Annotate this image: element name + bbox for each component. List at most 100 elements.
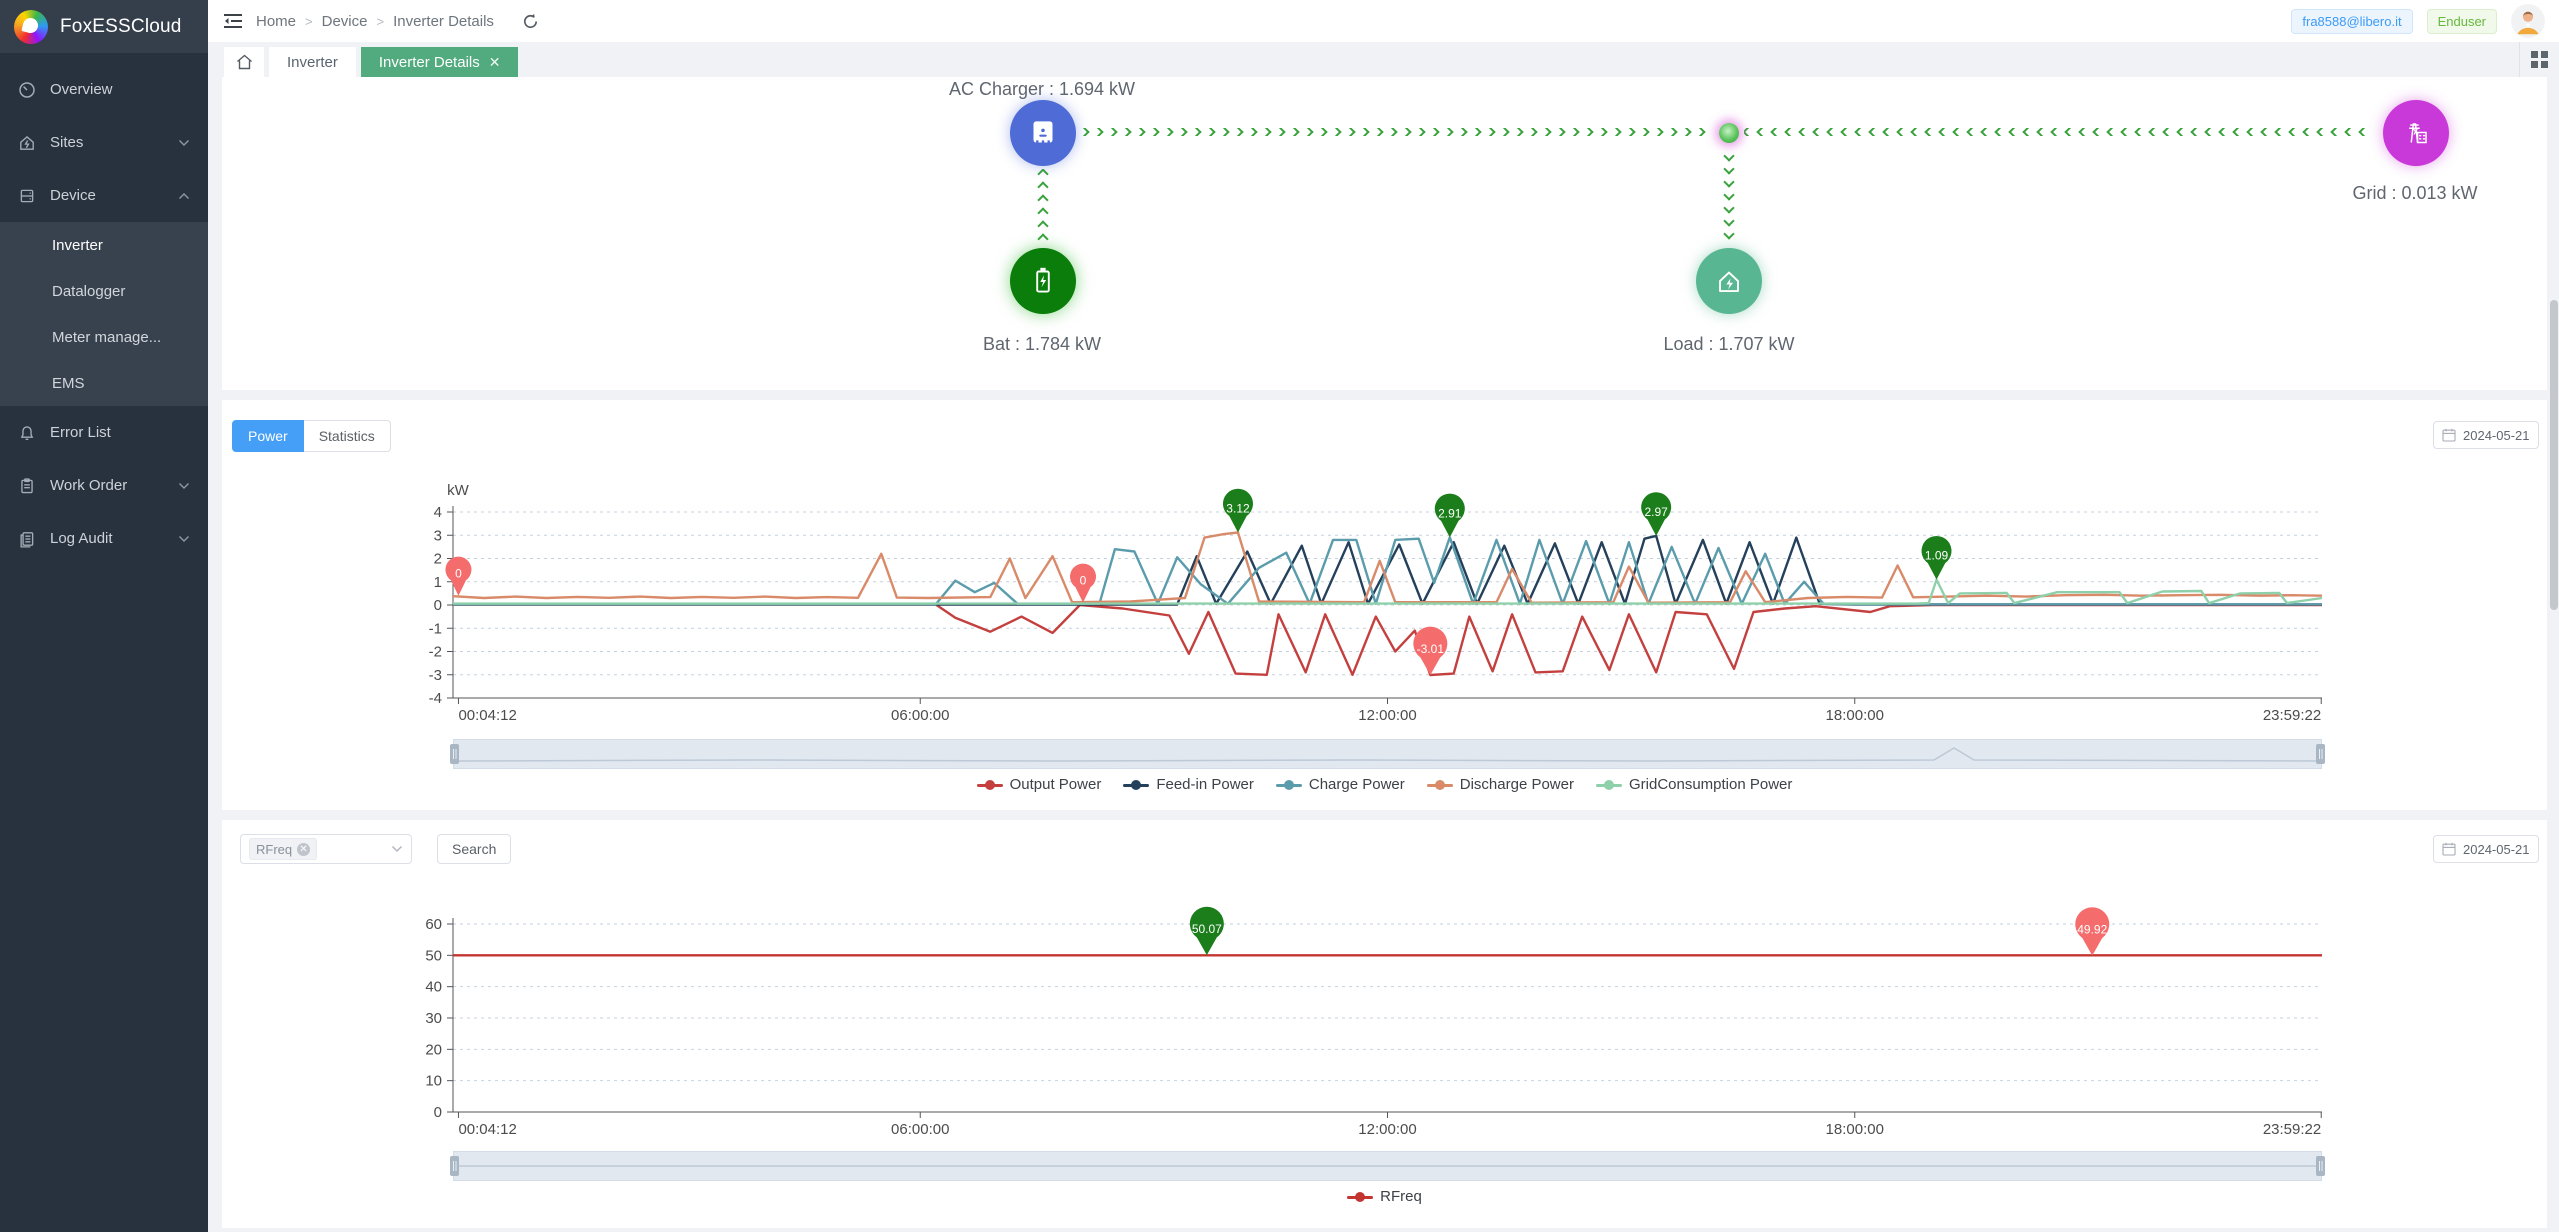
parameter-select[interactable]: RFreq ✕ [240, 834, 412, 864]
flow-arrow-icon [1723, 163, 1734, 174]
flow-arrow-icon [1756, 128, 1767, 136]
legend-line-icon [1276, 780, 1302, 790]
flow-arrow-icon [1372, 128, 1383, 136]
flow-arrow-icon [1344, 128, 1355, 136]
tab-close-icon[interactable]: ✕ [489, 54, 501, 71]
zoom-handle-left[interactable] [450, 1156, 459, 1176]
flow-arrow-icon [1456, 128, 1467, 136]
grid-dots-icon [2531, 51, 2548, 68]
avatar[interactable] [2511, 4, 2545, 38]
flow-arrow-icon [1723, 150, 1734, 161]
legend-item-feed-in-power[interactable]: Feed-in Power [1123, 776, 1254, 793]
search-button[interactable]: Search [437, 834, 511, 864]
legend-label: Charge Power [1309, 776, 1405, 793]
breadcrumb-home[interactable]: Home [256, 13, 296, 30]
legend-item-discharge-power[interactable]: Discharge Power [1427, 776, 1574, 793]
remove-parameter-icon[interactable]: ✕ [297, 843, 310, 856]
svg-text:50.07: 50.07 [1192, 922, 1222, 936]
flow-arrow-icon [1994, 128, 2005, 136]
flow-arrow-icon [2330, 128, 2341, 136]
load-label: Load : 1.707 kW [1663, 334, 1794, 355]
legend-item-rfreq[interactable]: RFreq [1347, 1188, 1422, 1205]
tab-inverter-label: Inverter [287, 54, 338, 71]
svg-text:23:59:22: 23:59:22 [2263, 1121, 2321, 1138]
sidebar-subitem-datalogger[interactable]: Datalogger [0, 268, 208, 314]
battery-icon [1024, 262, 1062, 300]
legend-label: Feed-in Power [1156, 776, 1254, 793]
power-date-picker[interactable]: 2024-05-21 [2433, 421, 2539, 449]
selected-parameter-label: RFreq [256, 842, 292, 857]
legend-line-icon [1123, 780, 1149, 790]
page-scrollbar-thumb[interactable] [2550, 300, 2558, 610]
sidebar-subitem-meter-manage[interactable]: Meter manage... [0, 314, 208, 360]
chart-marker-pin: 49.92 [2075, 907, 2109, 955]
flow-arrow-icon [1498, 128, 1509, 136]
svg-text:23:59:22: 23:59:22 [2263, 707, 2321, 724]
user-role-badge: Enduser [2427, 9, 2497, 34]
flow-arrow-icon [1037, 207, 1048, 218]
sidebar-item-work-order[interactable]: Work Order [0, 459, 208, 512]
refresh-icon[interactable] [522, 13, 539, 30]
svg-text:20: 20 [425, 1041, 442, 1058]
sidebar-item-device[interactable]: Device [0, 169, 208, 222]
svg-text:0: 0 [434, 597, 442, 614]
flow-arrow-icon [2162, 128, 2173, 136]
breadcrumb-inverter-details[interactable]: Inverter Details [393, 13, 494, 30]
sidebar-item-log-audit[interactable]: Log Audit [0, 512, 208, 565]
flow-arrow-icon [1924, 128, 1935, 136]
log-icon [18, 530, 36, 548]
flow-arrow-icon [2078, 128, 2089, 136]
tab-home[interactable] [224, 47, 264, 77]
svg-text:30: 30 [425, 1010, 442, 1027]
sidebar-item-error-list[interactable]: Error List [0, 406, 208, 459]
flow-arrow-icon [1442, 128, 1453, 136]
power-chart[interactable]: 43210-1-2-3-400:04:1206:00:0012:00:0018:… [222, 470, 2547, 732]
zoom-handle-right[interactable] [2316, 1156, 2325, 1176]
flow-arrow-icon [1232, 128, 1243, 136]
flow-arrow-icon [2288, 128, 2299, 136]
power-statistics-toggle: Power Statistics [232, 420, 391, 452]
flow-arrow-icon [1652, 128, 1663, 136]
tab-inverter-details[interactable]: Inverter Details ✕ [361, 47, 519, 77]
svg-text:00:04:12: 00:04:12 [458, 707, 516, 724]
sidebar-menu: OverviewSitesDeviceInverter Datalogger Met… [0, 53, 208, 565]
sidebar-item-sites[interactable]: Sites [0, 116, 208, 169]
rfreq-chart-zoom-slider[interactable] [453, 1151, 2322, 1181]
flow-arrows-battery-to-inverter [1036, 169, 1050, 243]
sidebar-subitem-ems[interactable]: EMS [0, 360, 208, 406]
zoom-handle-right[interactable] [2316, 744, 2325, 764]
rfreq-date-picker[interactable]: 2024-05-21 [2433, 835, 2539, 863]
zoom-handle-left[interactable] [450, 744, 459, 764]
menu-fold-icon[interactable] [224, 13, 242, 29]
svg-text:-1: -1 [429, 620, 442, 637]
rfreq-chart[interactable]: 605040302010000:04:1206:00:0012:00:0018:… [222, 900, 2547, 1152]
svg-text:2: 2 [434, 551, 442, 568]
legend-item-charge-power[interactable]: Charge Power [1276, 776, 1405, 793]
sidebar-item-label: Log Audit [50, 530, 113, 547]
legend-item-gridconsumption-power[interactable]: GridConsumption Power [1596, 776, 1792, 793]
flow-arrow-icon [1854, 128, 1865, 136]
battery-label: Bat : 1.784 kW [983, 334, 1101, 355]
sidebar-subitem-inverter[interactable]: Inverter [0, 222, 208, 268]
chevron-down-icon [391, 840, 403, 858]
power-chart-zoom-slider[interactable] [453, 739, 2322, 769]
power-date-value: 2024-05-21 [2463, 428, 2530, 443]
tab-inverter[interactable]: Inverter [269, 47, 356, 77]
sidebar-item-overview[interactable]: Overview [0, 63, 208, 116]
topbar: Home > Device > Inverter Details fra8588… [208, 0, 2559, 42]
power-tab-button[interactable]: Power [232, 420, 304, 452]
sidebar-subitem-label: Datalogger [52, 283, 125, 300]
legend-item-output-power[interactable]: Output Power [977, 776, 1102, 793]
breadcrumb-device[interactable]: Device [322, 13, 368, 30]
legend-line-icon [1596, 780, 1622, 790]
flow-arrow-icon [1582, 128, 1593, 136]
chart-marker-pin: 1.09 [1922, 536, 1952, 580]
flow-arrow-icon [1540, 128, 1551, 136]
flow-arrow-icon [1176, 128, 1187, 136]
flow-arrow-icon [2302, 128, 2313, 136]
flow-arrow-icon [2120, 128, 2131, 136]
statistics-tab-button[interactable]: Statistics [304, 420, 391, 452]
tab-options-button[interactable] [2519, 42, 2559, 77]
flow-arrow-icon [2260, 128, 2271, 136]
clipboard-icon [18, 477, 36, 495]
